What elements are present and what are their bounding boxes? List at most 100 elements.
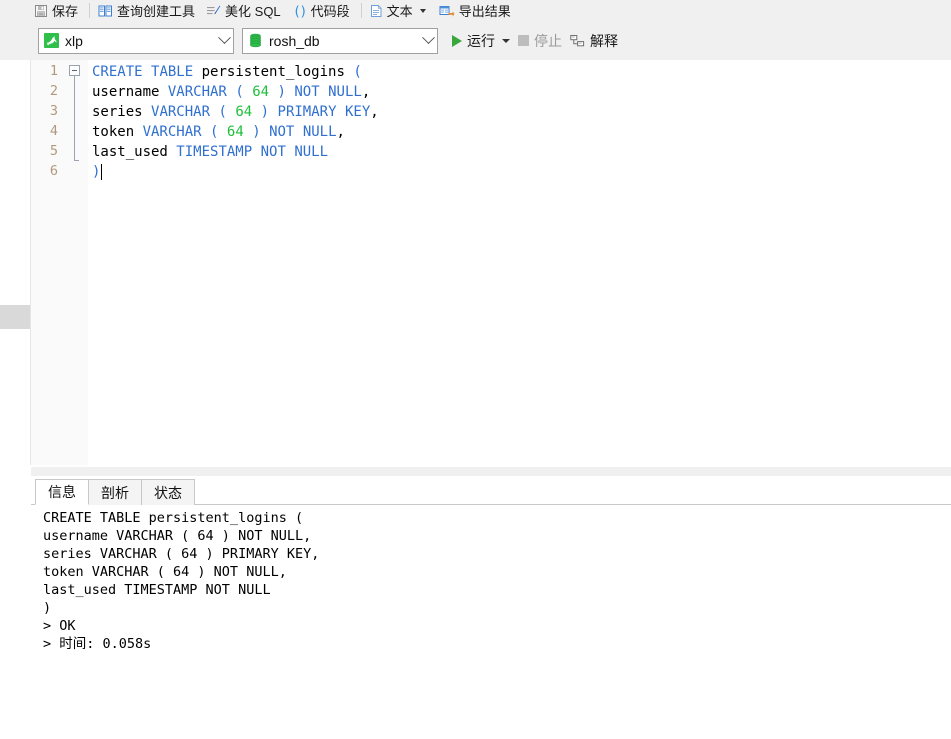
log-line: token VARCHAR ( 64 ) NOT NULL,	[43, 564, 287, 580]
connection-select[interactable]: xlp	[38, 27, 234, 54]
code-token: 64	[252, 84, 270, 100]
toolbar-left-pad	[0, 0, 30, 21]
explain-label: 解释	[590, 32, 618, 49]
query-builder-icon	[98, 4, 113, 18]
query-builder-button[interactable]: 查询创建工具	[94, 0, 202, 21]
code-token: token	[92, 124, 143, 140]
database-value: rosh_db	[269, 32, 320, 49]
code-token: ,	[370, 104, 379, 120]
code-token: username	[92, 84, 168, 100]
code-line: username VARCHAR ( 64 ) NOT NULL,	[92, 82, 370, 102]
beautify-sql-icon	[206, 4, 221, 18]
log-line: )	[43, 600, 52, 616]
execution-controls: 运行 停止 解释	[448, 28, 622, 54]
code-snippet-button[interactable]: ( ) 代码段	[288, 0, 357, 21]
code-snippet-label: 代码段	[310, 4, 350, 19]
code-line: CREATE TABLE persistent_logins (	[92, 62, 362, 82]
results-tab-label: 剖析	[101, 484, 129, 501]
query-builder-label: 查询创建工具	[117, 4, 196, 19]
results-tab-状态[interactable]: 状态	[141, 479, 195, 505]
query-context-toolbar: xlp rosh_db 运行 停止 解释	[0, 21, 951, 60]
code-token: CREATE	[92, 64, 143, 80]
results-tab-label: 状态	[154, 484, 182, 501]
code-token: TABLE	[151, 64, 194, 80]
fold-range-end	[74, 160, 79, 161]
code-token: NOT	[269, 124, 295, 140]
database-select[interactable]: rosh_db	[242, 27, 438, 54]
explain-plan-icon	[570, 34, 585, 48]
code-folding-column[interactable]	[69, 60, 85, 465]
svg-text:): )	[299, 4, 307, 18]
code-token: persistent_logins	[193, 64, 354, 80]
explain-button[interactable]: 解释	[566, 28, 622, 54]
main-toolbar: 保存 查询创建工具 美化 SQL () 代码段 文本 导出结果	[0, 0, 951, 21]
sql-editor[interactable]: 123456 CREATE TABLE persistent_logins (u…	[31, 60, 951, 465]
code-token: VARCHAR	[167, 84, 227, 100]
fold-toggle-icon[interactable]	[69, 65, 80, 76]
code-token: PRIMARY	[277, 104, 337, 120]
code-token: )	[252, 124, 261, 140]
toolbar-separator	[89, 3, 91, 18]
line-number: 6	[49, 163, 58, 179]
save-label: 保存	[52, 4, 79, 19]
left-panel-strip	[0, 60, 31, 465]
code-token: )	[92, 164, 101, 180]
stop-button[interactable]: 停止	[514, 28, 566, 54]
code-token: TIMESTAMP	[176, 144, 253, 160]
code-token: VARCHAR	[142, 124, 202, 140]
run-label: 运行	[467, 32, 495, 49]
log-line: > OK	[43, 618, 76, 634]
save-disk-icon	[34, 4, 48, 18]
log-line: last_used TIMESTAMP NOT NULL	[43, 582, 271, 598]
code-token: NULL	[302, 124, 337, 140]
results-tab-信息[interactable]: 信息	[35, 479, 89, 505]
results-tab-剖析[interactable]: 剖析	[88, 479, 142, 505]
left-panel-expand-handle[interactable]	[0, 305, 30, 329]
code-token: )	[277, 84, 286, 100]
export-result-label: 导出结果	[458, 4, 511, 19]
code-token: )	[260, 104, 270, 120]
text-document-icon	[370, 4, 383, 18]
code-text-area[interactable]: CREATE TABLE persistent_logins (username…	[88, 60, 951, 465]
text-format-button[interactable]: 文本	[366, 0, 435, 21]
run-options-caret-down-icon[interactable]	[502, 38, 510, 43]
save-button[interactable]: 保存	[30, 0, 85, 21]
code-token: (	[235, 84, 244, 100]
fold-range-line	[74, 76, 75, 160]
play-triangle-icon	[452, 34, 462, 47]
message-log[interactable]: CREATE TABLE persistent_logins (username…	[31, 506, 951, 739]
beautify-sql-label: 美化 SQL	[225, 4, 281, 19]
mysql-dolphin-icon	[44, 33, 59, 48]
chevron-down-icon[interactable]	[215, 31, 233, 45]
code-token: ,	[361, 84, 371, 100]
toolbar-separator-2	[360, 3, 362, 18]
chevron-down-icon-db[interactable]	[419, 31, 437, 45]
code-token: 64	[226, 124, 244, 140]
log-line: CREATE TABLE persistent_logins (	[43, 510, 304, 526]
export-result-icon	[439, 4, 455, 18]
code-token: (	[218, 104, 227, 120]
code-token: NULL	[294, 144, 329, 160]
code-line: token VARCHAR ( 64 ) NOT NULL,	[92, 122, 345, 142]
code-line: last_used TIMESTAMP NOT NULL	[92, 142, 328, 162]
editor-gutter: 1 2 3 4 5 6	[31, 60, 88, 465]
run-button[interactable]: 运行	[448, 28, 514, 54]
stop-square-icon	[518, 35, 529, 46]
export-result-button[interactable]: 导出结果	[435, 0, 518, 21]
horizontal-splitter[interactable]	[31, 467, 951, 476]
beautify-sql-button[interactable]: 美化 SQL	[202, 0, 288, 21]
code-token: NOT	[260, 144, 286, 160]
code-token: NULL	[328, 84, 362, 100]
code-line: )	[92, 162, 100, 182]
code-token: VARCHAR	[151, 104, 211, 120]
line-number: 1	[49, 63, 58, 79]
caret-down-icon[interactable]	[419, 8, 426, 13]
code-token: ,	[336, 124, 345, 140]
